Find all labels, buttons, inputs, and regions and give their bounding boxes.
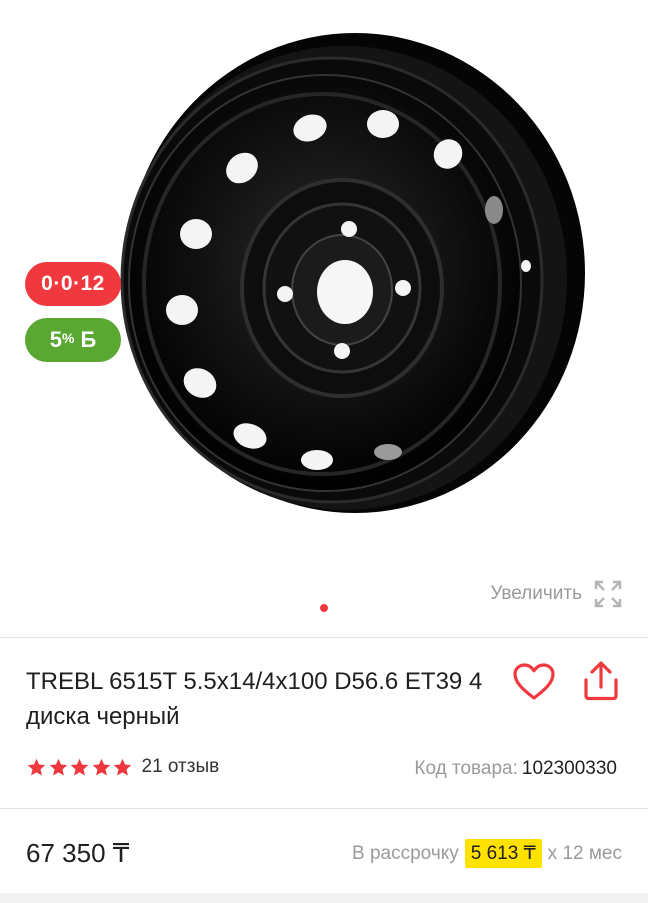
product-image[interactable] [70,18,600,548]
bonus-percent-sign: % [61,330,75,346]
bottom-separator [0,893,648,903]
bonus-percent: 5 [49,327,62,352]
star-icon [92,758,110,776]
product-title: TREBL 6515T 5.5x14/4x100 D56.6 ET39 4 ди… [26,668,483,730]
rating[interactable]: 21 отзыв [26,756,219,778]
star-icon [70,758,89,776]
zoom-button[interactable]: Увеличить [490,578,624,610]
share-button[interactable] [578,658,624,704]
rating-stars [26,757,134,778]
installment-prefix: В рассрочку [352,842,459,864]
heart-icon [513,663,555,700]
divider [0,637,648,638]
product-code-value: 102300330 [521,758,617,779]
zoom-label: Увеличить [490,583,582,604]
reviews-link[interactable]: 21 отзыв [142,756,220,778]
share-icon [584,661,618,701]
installment-suffix: x 12 мес [547,842,622,864]
bonus-badge: 5% Б [25,318,121,362]
star-icon [27,758,46,776]
divider [0,808,648,809]
product-code: Код товара: 102300330 [414,758,617,780]
product-code-label: Код товара: [414,758,518,779]
installment-info[interactable]: В рассрочку 5 613 ₸ x 12 мес [352,839,622,868]
star-icon [113,758,132,776]
expand-arrows-icon [594,580,622,608]
star-icon [49,758,67,776]
gallery-pagination-dot[interactable] [320,604,328,612]
product-gallery[interactable]: 0·0·12 5% Б Увеличить [0,0,648,636]
bonus-currency: Б [80,327,97,352]
installment-amount: 5 613 ₸ [464,839,542,868]
favorite-button[interactable] [511,660,557,704]
product-price: 67 350 ₸ [26,838,130,868]
installment-badge: 0·0·12 [25,262,121,306]
